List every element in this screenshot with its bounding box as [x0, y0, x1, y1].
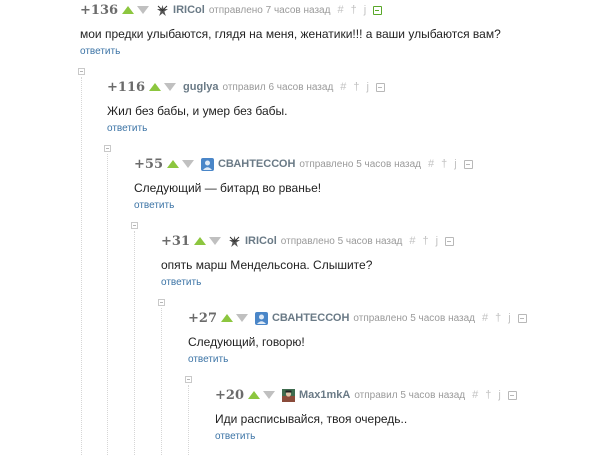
comment-text: Жил без бабы, и умер без бабы.: [107, 104, 288, 118]
comment-author[interactable]: guglya: [183, 81, 218, 93]
branch-icon[interactable]: ј: [498, 389, 500, 401]
blue-avatar-icon: [254, 311, 268, 325]
branch-icon[interactable]: ј: [508, 312, 510, 324]
chevron-star-icon: [228, 235, 241, 248]
comment: +20 Max1mkA отправил 5 часов назад # † ј…: [215, 386, 517, 444]
comment-link-hash[interactable]: #: [340, 81, 346, 93]
reply-link[interactable]: ответить: [215, 431, 255, 442]
vote-up-icon[interactable]: [149, 83, 162, 91]
vote-up-icon[interactable]: [166, 160, 179, 168]
save-icon[interactable]: [376, 82, 385, 92]
vote-down-icon[interactable]: [235, 314, 248, 322]
pin-icon[interactable]: †: [423, 235, 429, 247]
pin-icon[interactable]: †: [441, 158, 447, 170]
comment-rating: +116: [107, 79, 146, 95]
comment-header: +116 guglya отправил 6 часов назад # † ј: [107, 78, 385, 96]
comment-header: +136 IRICol отправлено 7 часов назад # †…: [80, 1, 501, 19]
comment-author[interactable]: IRICol: [173, 4, 205, 16]
thread-line: [161, 308, 162, 455]
pin-icon[interactable]: †: [495, 312, 501, 324]
thread-line: [81, 77, 82, 455]
pin-icon[interactable]: †: [353, 81, 359, 93]
comment: +31 IRICol отправлено 5 часов назад # † …: [161, 232, 455, 290]
collapse-toggle[interactable]: [158, 299, 165, 306]
thread-line: [107, 154, 108, 455]
branch-icon[interactable]: ј: [454, 158, 456, 170]
blue-avatar-icon: [200, 157, 214, 171]
collapse-toggle[interactable]: [104, 145, 111, 152]
comment-link-hash[interactable]: #: [337, 4, 343, 16]
chevron-star-icon: [156, 4, 169, 17]
thread-line: [188, 385, 189, 455]
comment-header: +27 СВАНТЕССОН отправлено 5 часов назад …: [188, 309, 527, 327]
vote-up-icon[interactable]: [122, 6, 135, 14]
comment-link-hash[interactable]: #: [472, 389, 478, 401]
comment-rating: +31: [161, 233, 190, 249]
comment-timestamp[interactable]: отправлено 5 часов назад: [299, 159, 421, 170]
comment-header: +20 Max1mkA отправил 5 часов назад # † ј: [215, 386, 517, 404]
comment-timestamp[interactable]: отправил 5 часов назад: [354, 390, 465, 401]
comment-header: +31 IRICol отправлено 5 часов назад # † …: [161, 232, 455, 250]
comment-rating: +27: [188, 310, 217, 326]
vote-up-icon[interactable]: [220, 314, 233, 322]
pin-icon[interactable]: †: [351, 4, 357, 16]
photo-avatar-icon: [281, 388, 295, 402]
comment-timestamp[interactable]: отправил 6 часов назад: [222, 82, 333, 93]
comment-link-hash[interactable]: #: [409, 235, 415, 247]
vote-down-icon[interactable]: [164, 83, 177, 91]
comment-author[interactable]: Max1mkA: [299, 389, 350, 401]
branch-icon[interactable]: ј: [367, 81, 369, 93]
reply-link[interactable]: ответить: [161, 277, 201, 288]
comment-link-hash[interactable]: #: [428, 158, 434, 170]
comment-rating: +20: [215, 387, 244, 403]
comment-timestamp[interactable]: отправлено 7 часов назад: [209, 5, 331, 16]
comment: +116 guglya отправил 6 часов назад # † ј…: [107, 78, 385, 136]
collapse-toggle[interactable]: [131, 222, 138, 229]
collapse-toggle[interactable]: [78, 68, 85, 75]
vote-up-icon[interactable]: [247, 391, 260, 399]
reply-link[interactable]: ответить: [188, 354, 228, 365]
save-icon[interactable]: [463, 159, 473, 169]
vote-down-icon[interactable]: [262, 391, 275, 399]
branch-icon[interactable]: ј: [436, 235, 438, 247]
comment-text: Следующий — битард во рванье!: [134, 181, 322, 195]
collapse-toggle[interactable]: [185, 376, 192, 383]
reply-link[interactable]: ответить: [80, 46, 120, 57]
vote-down-icon[interactable]: [181, 160, 194, 168]
branch-icon[interactable]: ј: [364, 4, 366, 16]
save-icon[interactable]: [507, 390, 517, 400]
vote-up-icon[interactable]: [193, 237, 206, 245]
comment-text: опять марш Мендельсона. Слышите?: [161, 258, 373, 272]
comment: +27 СВАНТЕССОН отправлено 5 часов назад …: [188, 309, 527, 367]
save-icon[interactable]: [517, 313, 527, 323]
comment-text: Иди расписывайся, твоя очередь..: [215, 412, 408, 426]
reply-link[interactable]: ответить: [134, 200, 174, 211]
comment-timestamp[interactable]: отправлено 5 часов назад: [281, 236, 403, 247]
reply-link[interactable]: ответить: [107, 123, 147, 134]
comment-author[interactable]: СВАНТЕССОН: [218, 158, 295, 170]
comment: +136 IRICol отправлено 7 часов назад # †…: [80, 1, 501, 59]
thread-line: [134, 231, 135, 455]
comment-rating: +55: [134, 156, 163, 172]
comment-timestamp[interactable]: отправлено 5 часов назад: [353, 313, 475, 324]
vote-down-icon[interactable]: [208, 237, 221, 245]
pin-icon[interactable]: †: [485, 389, 491, 401]
comment-text: мои предки улыбаются, глядя на меня, жен…: [80, 27, 501, 41]
comment-author[interactable]: СВАНТЕССОН: [272, 312, 349, 324]
comment-author[interactable]: IRICol: [245, 235, 277, 247]
save-icon[interactable]: [373, 5, 383, 15]
comment-link-hash[interactable]: #: [482, 312, 488, 324]
vote-down-icon[interactable]: [137, 6, 150, 14]
comment-text: Следующий, говорю!: [188, 335, 305, 349]
comment-rating: +136: [80, 2, 119, 18]
comment-header: +55 СВАНТЕССОН отправлено 5 часов назад …: [134, 155, 473, 173]
save-icon[interactable]: [445, 236, 455, 246]
comment: +55 СВАНТЕССОН отправлено 5 часов назад …: [134, 155, 473, 213]
